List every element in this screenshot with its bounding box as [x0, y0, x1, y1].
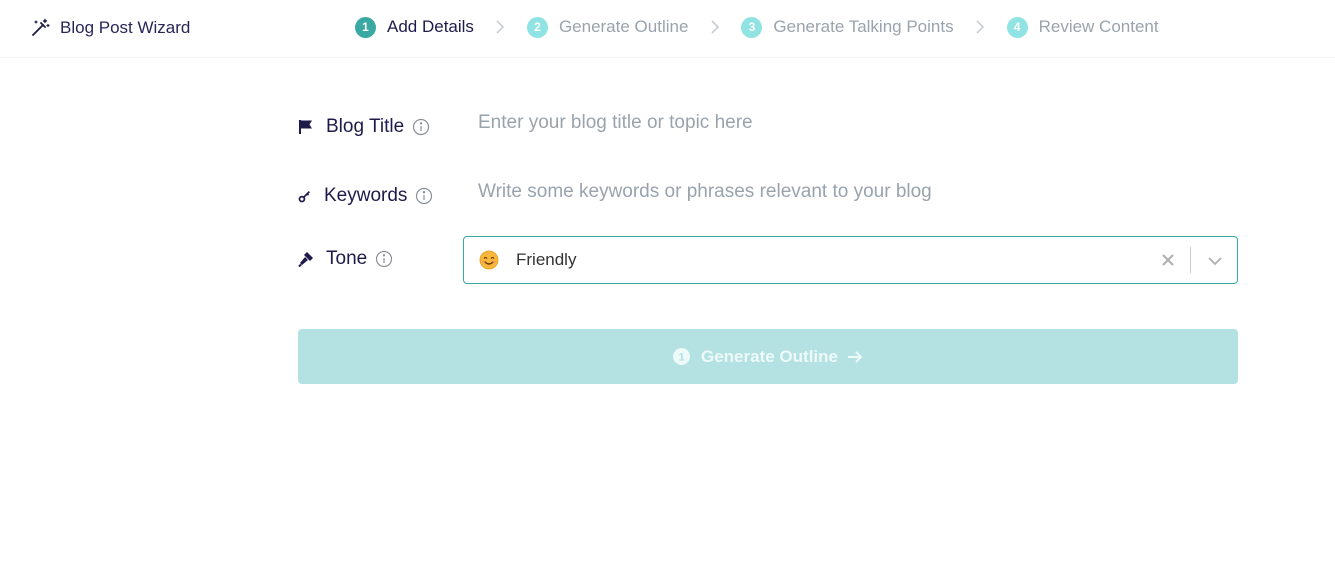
step-number: 2 — [526, 16, 548, 38]
microphone-icon — [298, 251, 314, 267]
info-icon[interactable] — [415, 187, 433, 205]
smiling-face-emoji-icon — [479, 250, 499, 270]
keywords-input[interactable] — [470, 175, 1230, 209]
brand: Blog Post Wizard — [30, 17, 190, 39]
generate-outline-label: Generate Outline — [701, 346, 838, 366]
brand-title: Blog Post Wizard — [60, 18, 191, 37]
blog-title-label: Blog Title — [298, 114, 430, 140]
step-label: Review Content — [1038, 17, 1159, 36]
magic-wand-icon — [32, 18, 50, 36]
step-label: Add Details — [387, 17, 474, 36]
chevron-down-icon[interactable] — [1205, 251, 1225, 271]
tone-label-text: Tone — [326, 248, 368, 269]
arrow-right-icon — [847, 349, 863, 365]
step-number: 3 — [741, 16, 763, 38]
tone-selected-value: Friendly — [516, 250, 577, 269]
wizard-steps: 1 Add Details 2 Generate Outline 3 Gener… — [355, 15, 1159, 39]
step-label: Generate Talking Points — [773, 17, 954, 36]
step-generate-outline[interactable]: 2 Generate Outline — [526, 15, 689, 39]
flag-icon — [298, 119, 314, 135]
chevron-right-icon — [474, 19, 527, 35]
info-icon[interactable] — [375, 250, 393, 268]
svg-text:1: 1 — [678, 352, 684, 364]
clear-icon[interactable] — [1159, 251, 1177, 269]
step-add-details[interactable]: 1 Add Details — [355, 15, 474, 39]
key-icon — [298, 188, 312, 204]
keywords-label-text: Keywords — [324, 185, 408, 206]
step-number: 4 — [1006, 16, 1028, 38]
step-label: Generate Outline — [558, 17, 689, 36]
step-number: 1 — [355, 16, 376, 38]
step-generate-talking-points[interactable]: 3 Generate Talking Points — [741, 15, 954, 39]
chevron-right-icon — [954, 19, 1007, 35]
tone-label: Tone — [298, 246, 393, 272]
blog-title-label-text: Blog Title — [326, 116, 405, 137]
chevron-right-icon — [688, 19, 741, 35]
keywords-label: Keywords — [298, 183, 433, 209]
step-one-badge-icon: 1 — [673, 348, 690, 365]
top-bar: Blog Post Wizard 1 Add Details 2 Generat… — [0, 0, 1335, 58]
generate-outline-button[interactable]: 1 Generate Outline — [298, 329, 1238, 384]
info-icon[interactable] — [412, 118, 430, 136]
step-review-content[interactable]: 4 Review Content — [1006, 15, 1159, 39]
tone-select[interactable]: Friendly — [463, 236, 1238, 284]
blog-title-input[interactable] — [470, 106, 1230, 140]
select-separator — [1190, 247, 1191, 273]
